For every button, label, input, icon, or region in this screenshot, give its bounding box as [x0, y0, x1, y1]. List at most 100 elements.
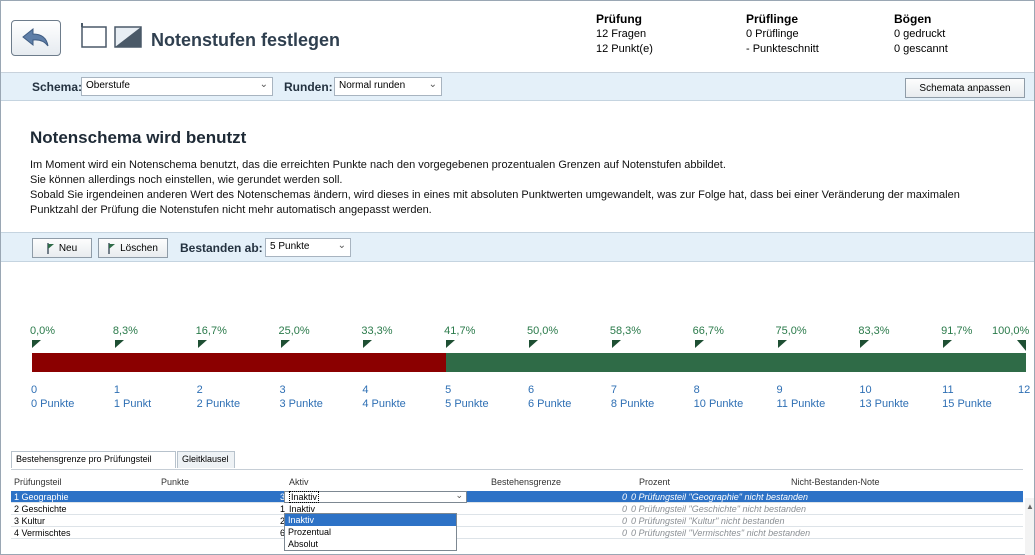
grade-scale: 0,0% 8,3% 16,7% 25,0% 33,3% 41,7% 50,0% 58,3% 66…: [1, 263, 1034, 443]
new-button-label: Neu: [58, 242, 78, 254]
schema-select[interactable]: Oberstufe ⌄: [81, 77, 273, 96]
col-header-punkte[interactable]: Punkte: [161, 477, 189, 487]
threshold-flag-icon[interactable]: [446, 340, 456, 351]
point-number: 3: [279, 384, 286, 396]
grade-points-label: 3 Punkte: [279, 398, 323, 410]
threshold-flag-icon[interactable]: [363, 340, 373, 351]
table-row[interactable]: 4 Vermischtes6Inaktiv00 Prüfungsteil "Ve…: [11, 527, 1023, 539]
table-row[interactable]: 3 Kultur 2Inaktiv 0 0 Prüfungsteil "Kultur"…: [11, 515, 1023, 527]
col-header-grenze[interactable]: Bestehensgrenze: [491, 477, 561, 487]
runden-label: Runden:: [284, 80, 333, 94]
adjust-schemas-label: Schemata anpassen: [919, 82, 1011, 94]
chevron-down-icon: ⌄: [259, 79, 268, 90]
tab-gleitklausel[interactable]: Gleitklausel: [177, 451, 235, 468]
exam-points: 12 Punkt(e): [596, 43, 653, 55]
point-number: 6: [528, 384, 535, 396]
rounding-select[interactable]: Normal runden ⌄: [334, 77, 442, 96]
grade-points-label: 13 Punkte: [859, 398, 909, 410]
point-number: 9: [776, 384, 783, 396]
point-number: 12: [1018, 384, 1031, 396]
cell-teil: 2 Geschichte: [14, 504, 67, 514]
sheets-label: Bögen: [894, 12, 932, 26]
candidates-count: 0 Prüflinge: [746, 28, 799, 40]
point-tick: 4 4 Punkte: [362, 383, 405, 411]
new-button[interactable]: Neu: [32, 238, 92, 258]
percent-label: 0,0%: [30, 325, 56, 337]
chevron-down-icon: ⌄: [337, 240, 346, 251]
percent-label: 41,7%: [444, 325, 476, 337]
point-number: 5: [445, 384, 452, 396]
point-tick: 2 2 Punkte: [197, 383, 240, 411]
grade-points-label: 8 Punkte: [610, 398, 655, 410]
threshold-flag-icon[interactable]: [32, 340, 41, 351]
info-line: Im Moment wird ein Notenschema benutzt, …: [30, 159, 726, 171]
threshold-flag-icon[interactable]: [114, 340, 124, 351]
percent-label: 33,3%: [361, 325, 393, 337]
exam-questions: 12 Fragen: [596, 28, 647, 40]
point-number: 11: [942, 384, 954, 396]
threshold-flag-icon[interactable]: [197, 340, 207, 351]
passed-from-select[interactable]: 5 Punkte ⌄: [265, 238, 351, 257]
table-row[interactable]: 1 Geographie 3 Inaktiv 0 0 Prüfungsteil "Geo…: [11, 491, 1023, 503]
percent-label: 8,3%: [112, 325, 138, 337]
adjust-schemas-button[interactable]: Schemata anpassen: [905, 78, 1025, 98]
col-header-aktiv[interactable]: Aktiv: [289, 477, 309, 487]
schema-select-value: Oberstufe: [86, 80, 130, 91]
schema-toolbar: Schema: Oberstufe ⌄ Runden: Normal runde…: [1, 73, 1034, 101]
percent-label: 16,7%: [195, 325, 227, 337]
threshold-flag-icon[interactable]: [1017, 340, 1026, 351]
grade-points-label: 15 Punkte: [942, 398, 992, 410]
cell-punkte: 3: [279, 492, 285, 502]
exam-parts-table: Prüfungsteil Punkte Aktiv Bestehensgrenz…: [11, 469, 1023, 555]
point-number: 1: [113, 384, 120, 396]
point-tick: 6 6 Punkte: [528, 383, 571, 411]
col-header-note[interactable]: Nicht-Bestanden-Note: [791, 477, 880, 487]
col-header-prozent[interactable]: Prozent: [639, 477, 670, 487]
threshold-flag-icon[interactable]: [777, 340, 787, 351]
candidates-label: Prüflinge: [746, 12, 799, 26]
point-tick: 12: [1018, 383, 1030, 397]
delete-button[interactable]: Löschen: [98, 238, 168, 258]
percent-label: 58,3%: [609, 325, 642, 337]
candidates-average: - Punkteschnitt: [746, 43, 819, 55]
dropdown-option[interactable]: Inaktiv: [285, 514, 456, 526]
cell-prozent: 0: [621, 516, 627, 526]
schema-label: Schema:: [32, 80, 83, 94]
aktiv-dropdown-list: Inaktiv Prozentual Absolut: [284, 513, 457, 551]
cell-punkte: 1: [279, 504, 285, 514]
passed-from-value: 5 Punkte: [270, 241, 310, 252]
cell-prozent: 0: [621, 504, 627, 514]
back-button[interactable]: [11, 20, 61, 56]
point-number: 8: [693, 384, 700, 396]
chevron-down-icon: ⌄: [455, 490, 463, 500]
threshold-flag-icon[interactable]: [529, 340, 538, 351]
threshold-flag-icon[interactable]: [280, 340, 290, 351]
header: Notenstufen festlegen Prüfung 12 Fragen …: [1, 1, 1034, 73]
dropdown-option[interactable]: Prozentual: [285, 526, 456, 538]
table-row[interactable]: 2 Geschichte 1 Inaktiv 0 0 Prüfungsteil "Ges…: [11, 503, 1023, 515]
grade-steps-icon: [81, 23, 142, 48]
col-header-teil[interactable]: Prüfungsteil: [14, 477, 62, 487]
table-scrollbar[interactable]: ▲: [1025, 498, 1034, 555]
point-tick: 10 13 Punkte: [859, 383, 909, 411]
threshold-flag-icon[interactable]: [611, 340, 621, 351]
aktiv-combo-box[interactable]: Inaktiv ⌄: [284, 490, 467, 503]
aktiv-combo-value: Inaktiv: [289, 491, 320, 503]
fail-segment: [32, 353, 447, 372]
cell-teil: 4 Vermischtes: [14, 528, 71, 538]
threshold-flag-icon[interactable]: [943, 340, 953, 351]
dropdown-option[interactable]: Absolut: [285, 538, 456, 550]
cell-note: 0 Prüfungsteil "Geschichte" nicht bestan…: [631, 504, 806, 514]
pass-segment: [446, 353, 1026, 372]
threshold-flag-icon[interactable]: [860, 340, 870, 351]
grade-points-label: 1 Punkt: [113, 398, 152, 410]
point-number: 10: [859, 384, 872, 396]
info-line: Punktzahl der Prüfung die Notenstufen ni…: [30, 204, 432, 216]
cell-teil: 1 Geographie: [14, 492, 69, 502]
info-panel: Notenschema wird benutzt Im Moment wird …: [1, 102, 1034, 232]
grade-points-label: 10 Punkte: [693, 398, 744, 410]
threshold-flag-icon[interactable]: [694, 340, 704, 351]
cell-note: 0 Prüfungsteil "Kultur" nicht bestanden: [631, 516, 785, 526]
grade-points-label: 5 Punkte: [445, 398, 489, 410]
tab-bestehensgrenze[interactable]: Bestehensgrenze pro Prüfungsteil: [11, 451, 176, 468]
